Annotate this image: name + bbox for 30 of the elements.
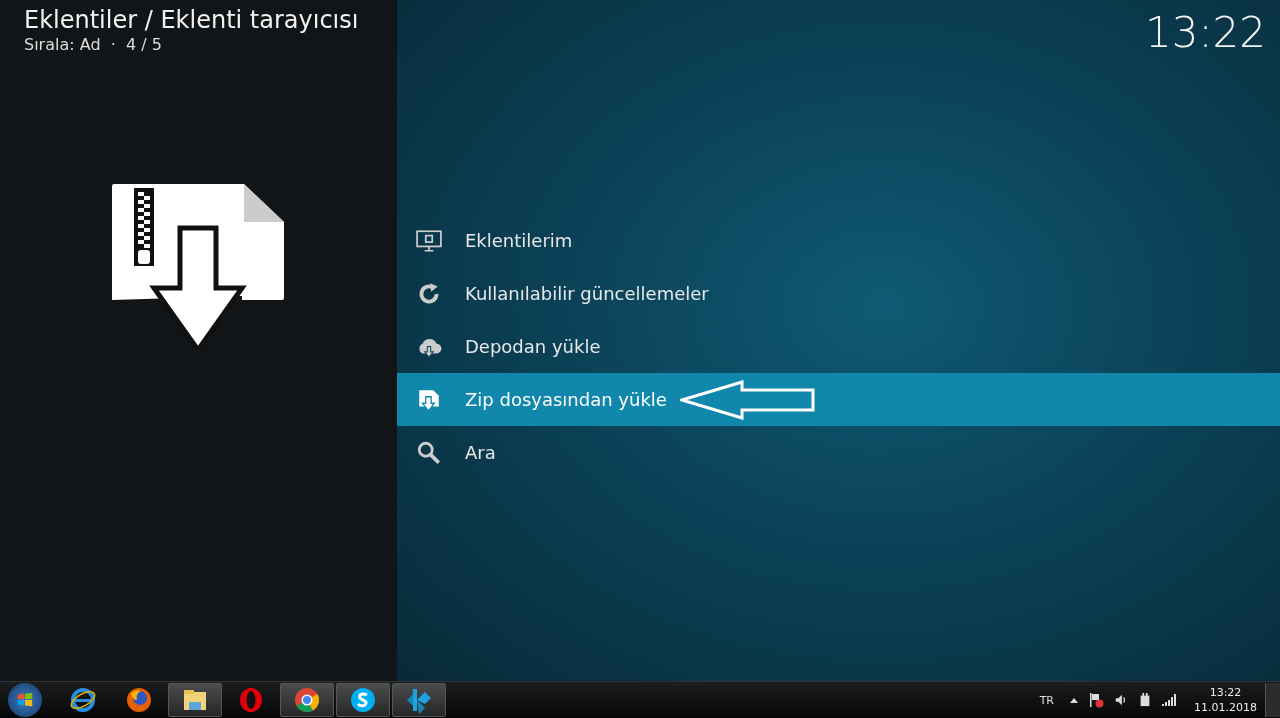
kodi-icon: [405, 686, 433, 714]
clock: 13:22: [1144, 7, 1267, 58]
taskbar-time[interactable]: 13:22: [1209, 685, 1242, 700]
search-icon: [416, 439, 442, 466]
o-browser-icon: [237, 686, 265, 714]
sort-info: Sırala: Ad · 4 / 5: [24, 36, 163, 54]
s-chat-icon: [349, 686, 377, 714]
signal-bars-icon[interactable]: [1162, 694, 1178, 706]
menu-item[interactable]: Depodan yükle: [397, 320, 1280, 373]
menu-item[interactable]: Eklentilerim: [397, 214, 1280, 267]
chrome-browser-icon: [293, 686, 321, 714]
taskbar-app[interactable]: [336, 683, 390, 717]
taskbar-app[interactable]: [168, 683, 222, 717]
menu-item[interactable]: Ara: [397, 426, 1280, 479]
language-indicator[interactable]: TR: [1039, 693, 1054, 707]
speaker-icon[interactable]: [1114, 693, 1128, 707]
browser-e-icon: [69, 686, 97, 714]
taskbar-app[interactable]: [280, 683, 334, 717]
fox-browser-icon: [125, 686, 153, 714]
start-button[interactable]: [8, 683, 42, 717]
caret-up-icon[interactable]: [1070, 697, 1078, 703]
zip-download-icon: [112, 184, 284, 350]
menu-item[interactable]: Kullanılabilir güncellemeler: [397, 267, 1280, 320]
flag-icon[interactable]: [1088, 692, 1104, 708]
menu-item[interactable]: Zip dosyasından yükle: [397, 373, 1280, 426]
monitor-icon: [416, 227, 442, 254]
taskbar-date[interactable]: 11.01.2018: [1194, 700, 1257, 715]
breadcrumb-title: Eklentiler / Eklenti tarayıcısı: [24, 5, 360, 36]
windows-logo-icon: [16, 691, 34, 709]
power-plug-icon[interactable]: [1138, 692, 1152, 708]
